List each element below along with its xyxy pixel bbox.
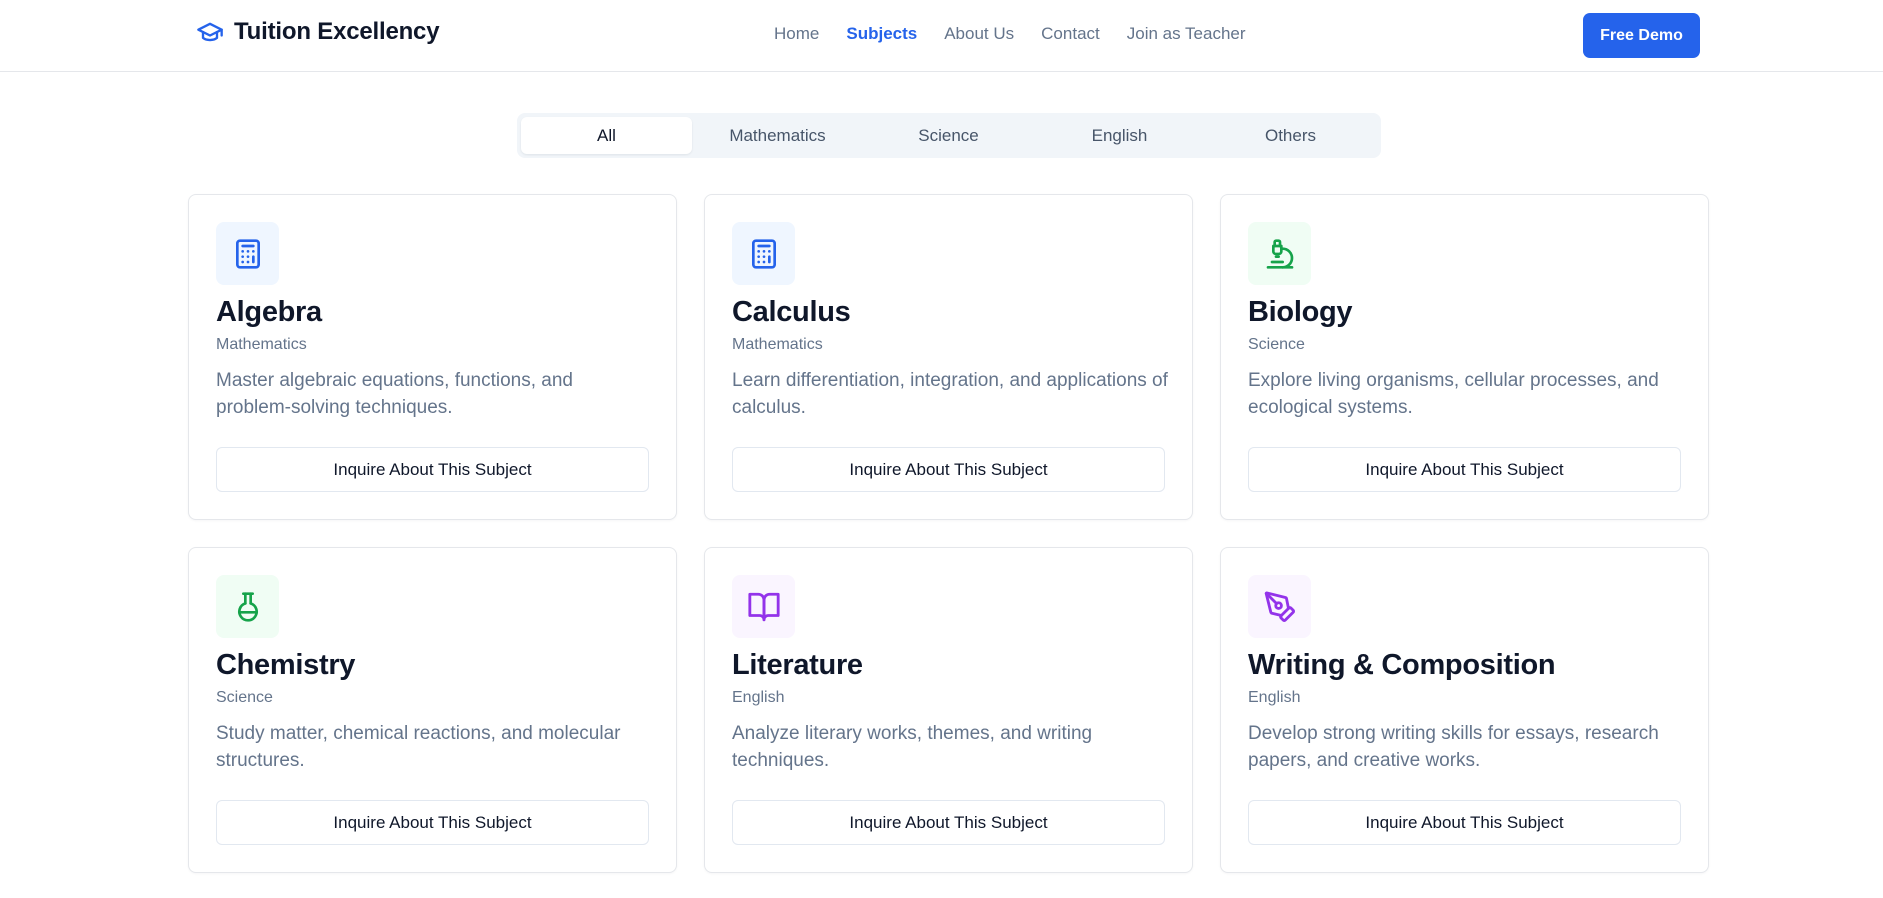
calculator-icon	[751, 238, 776, 269]
subject-description: Study matter, chemical reactions, and mo…	[216, 723, 621, 771]
microscope-icon	[1266, 238, 1293, 269]
site-header: Tuition Excellency Home Subjects About U…	[0, 0, 1883, 72]
subject-description: Learn differentiation, integration, and …	[732, 370, 1168, 418]
subject-category: Science	[216, 689, 273, 706]
tab-others[interactable]: Others	[1205, 117, 1376, 154]
tab-english[interactable]: English	[1034, 117, 1205, 154]
subject-title: Literature	[732, 649, 863, 681]
inquire-button[interactable]: Inquire About This Subject	[732, 800, 1165, 845]
nav-about-us[interactable]: About Us	[944, 24, 1014, 44]
graduation-cap-icon	[196, 18, 224, 46]
tab-science[interactable]: Science	[863, 117, 1034, 154]
subject-card: Writing & Composition English Develop st…	[1220, 547, 1709, 873]
subject-category: Mathematics	[216, 336, 307, 353]
subject-card: Chemistry Science Study matter, chemical…	[188, 547, 677, 873]
subject-description: Master algebraic equations, functions, a…	[216, 370, 573, 418]
brand-name: Tuition Excellency	[234, 18, 440, 45]
subject-icon-box	[216, 575, 279, 638]
subject-category: English	[732, 689, 785, 706]
brand[interactable]: Tuition Excellency	[196, 18, 440, 46]
subject-icon-box	[732, 575, 795, 638]
tab-all[interactable]: All	[521, 117, 692, 154]
subject-description: Develop strong writing skills for essays…	[1248, 723, 1659, 771]
subject-description: Explore living organisms, cellular proce…	[1248, 370, 1659, 418]
nav-home[interactable]: Home	[774, 24, 819, 44]
subject-title: Calculus	[732, 296, 851, 328]
subject-title: Biology	[1248, 296, 1353, 328]
nav-join-as-teacher[interactable]: Join as Teacher	[1127, 24, 1246, 44]
subject-category: Science	[1248, 336, 1305, 353]
subject-title: Writing & Composition	[1248, 649, 1556, 681]
pen-tool-icon	[1264, 591, 1295, 622]
subject-card: Calculus Mathematics Learn differentiati…	[704, 194, 1193, 520]
subject-card: Biology Science Explore living organisms…	[1220, 194, 1709, 520]
subject-category: Mathematics	[732, 336, 823, 353]
subject-icon-box	[216, 222, 279, 285]
free-demo-button[interactable]: Free Demo	[1583, 13, 1700, 58]
inquire-button[interactable]: Inquire About This Subject	[216, 447, 649, 492]
flask-icon	[237, 591, 258, 622]
subject-category: English	[1248, 689, 1301, 706]
inquire-button[interactable]: Inquire About This Subject	[1248, 800, 1681, 845]
nav-subjects[interactable]: Subjects	[846, 24, 917, 44]
subject-icon-box	[1248, 222, 1311, 285]
main-nav: Home Subjects About Us Contact Join as T…	[774, 24, 1246, 44]
nav-contact[interactable]: Contact	[1041, 24, 1100, 44]
inquire-button[interactable]: Inquire About This Subject	[732, 447, 1165, 492]
subject-icon-box	[732, 222, 795, 285]
inquire-button[interactable]: Inquire About This Subject	[1248, 447, 1681, 492]
book-open-icon	[747, 592, 780, 621]
inquire-button[interactable]: Inquire About This Subject	[216, 800, 649, 845]
subject-card: Literature English Analyze literary work…	[704, 547, 1193, 873]
calculator-icon	[235, 238, 260, 269]
subject-card: Algebra Mathematics Master algebraic equ…	[188, 194, 677, 520]
subject-title: Chemistry	[216, 649, 356, 681]
tab-mathematics[interactable]: Mathematics	[692, 117, 863, 154]
subject-filter-tabs: All Mathematics Science English Others	[517, 113, 1381, 158]
subject-title: Algebra	[216, 296, 322, 328]
subject-icon-box	[1248, 575, 1311, 638]
subject-description: Analyze literary works, themes, and writ…	[732, 723, 1093, 771]
